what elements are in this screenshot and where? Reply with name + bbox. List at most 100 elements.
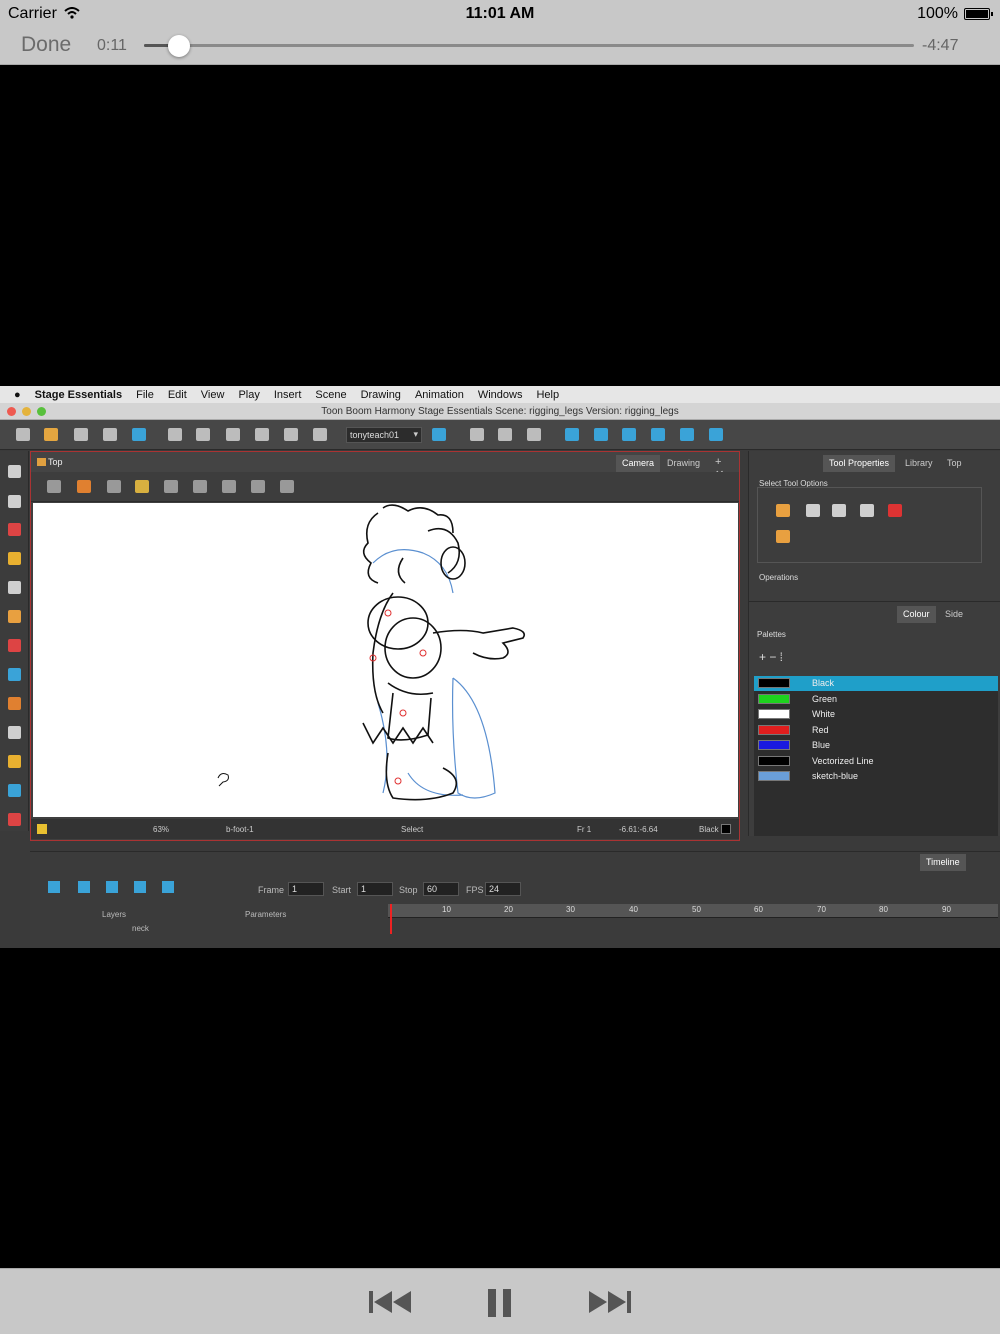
bone-icon[interactable] [527, 428, 541, 441]
redo-icon[interactable] [196, 428, 210, 441]
swatch-row-white[interactable]: White [754, 707, 998, 722]
tab-drawing[interactable]: Drawing [661, 455, 706, 472]
line-tool-icon[interactable] [8, 668, 21, 681]
add-remove-swatch-buttons[interactable]: + − ⁞ [759, 650, 783, 664]
menu-app-name[interactable]: Stage Essentials [35, 389, 122, 401]
menu-insert[interactable]: Insert [274, 389, 302, 401]
snap-grid-icon[interactable] [860, 504, 874, 517]
sound-scrub-icon[interactable] [162, 881, 174, 893]
scrubber-thumb[interactable] [168, 35, 191, 57]
tab-colour[interactable]: Colour [897, 606, 936, 623]
view-breadcrumb[interactable]: Top [37, 457, 63, 467]
select-red-icon[interactable] [888, 504, 902, 517]
pause-icon[interactable] [487, 1289, 513, 1317]
ink-tool-icon[interactable] [8, 813, 21, 826]
layer-icon[interactable] [193, 480, 207, 493]
eraser-tool-icon[interactable] [8, 610, 21, 623]
stack-icon[interactable] [222, 480, 236, 493]
skew-icon[interactable] [651, 428, 665, 441]
sound-icon[interactable] [134, 881, 146, 893]
balance-icon[interactable] [280, 480, 294, 493]
text-tool-icon[interactable] [8, 581, 21, 594]
mask-icon[interactable] [135, 480, 149, 493]
scale-icon[interactable] [622, 428, 636, 441]
tab-top[interactable]: Top [941, 455, 968, 472]
shift-trace-icon[interactable] [164, 480, 178, 493]
copy-icon[interactable] [255, 428, 269, 441]
workspace-icon[interactable] [432, 428, 446, 441]
menu-view[interactable]: View [201, 389, 225, 401]
snap-point-icon[interactable] [832, 504, 846, 517]
menu-drawing[interactable]: Drawing [361, 389, 401, 401]
dropper-tool-icon[interactable] [8, 697, 21, 710]
lasso-icon[interactable] [776, 504, 790, 517]
tab-library[interactable]: Library [899, 455, 939, 472]
palettes-label[interactable]: Palettes [757, 630, 786, 639]
stop-field[interactable]: 60 [423, 882, 459, 896]
contour-editor-icon[interactable] [8, 495, 21, 508]
tab-timeline[interactable]: Timeline [920, 854, 966, 871]
light-table-icon[interactable] [107, 480, 121, 493]
play-icon[interactable] [48, 881, 60, 893]
user-dropdown[interactable]: tonyteach01 [346, 427, 422, 443]
cutter-tool-icon[interactable] [8, 784, 21, 797]
new-scene-icon[interactable] [16, 428, 30, 441]
swatch-row-black[interactable]: Black [754, 676, 998, 691]
tab-camera[interactable]: Camera [616, 455, 661, 472]
rotate-icon[interactable] [594, 428, 608, 441]
frame-field[interactable]: 1 [288, 882, 324, 896]
lightbulb-icon[interactable] [37, 824, 47, 834]
frame-ruler[interactable]: 10 20 30 40 50 60 70 80 90 [388, 904, 998, 918]
swatch-row-sketch-blue[interactable]: sketch-blue [754, 769, 998, 784]
snap-contour-icon[interactable] [806, 504, 820, 517]
tab-tool-properties[interactable]: Tool Properties [823, 455, 896, 472]
done-button[interactable]: Done [21, 33, 71, 57]
menu-play[interactable]: Play [238, 389, 259, 401]
pivot-icon[interactable] [565, 428, 579, 441]
rigging-tool-icon[interactable] [8, 755, 21, 768]
flip-icon[interactable] [680, 428, 694, 441]
tab-side[interactable]: Side [939, 606, 969, 623]
rigging-tool-icon[interactable] [470, 428, 484, 441]
menu-scene[interactable]: Scene [315, 389, 346, 401]
play-selection-icon[interactable] [78, 881, 90, 893]
menu-help[interactable]: Help [536, 389, 559, 401]
undo-icon[interactable] [168, 428, 182, 441]
onion-skin-icon[interactable] [77, 480, 91, 493]
drawing-canvas[interactable] [33, 503, 738, 817]
grid-icon[interactable] [47, 480, 61, 493]
swatch-row-vectorized-line[interactable]: Vectorized Line [754, 754, 998, 769]
save-as-icon[interactable] [103, 428, 117, 441]
open-icon[interactable] [44, 428, 58, 441]
transform-icon[interactable] [498, 428, 512, 441]
scrubber-track[interactable] [144, 44, 914, 47]
select-tool-icon[interactable] [8, 465, 21, 478]
paste-icon[interactable] [284, 428, 298, 441]
menu-animation[interactable]: Animation [415, 389, 464, 401]
video-frame[interactable]: ● Stage Essentials File Edit View Play I… [0, 386, 1000, 948]
import-icon[interactable] [132, 428, 146, 441]
swatch-row-red[interactable]: Red [754, 723, 998, 738]
layer-row-neck[interactable]: neck [132, 924, 149, 933]
hand-tool-icon[interactable] [8, 726, 21, 739]
apple-icon[interactable]: ● [14, 389, 21, 401]
fps-field[interactable]: 24 [485, 882, 521, 896]
paint-tool-icon[interactable] [8, 639, 21, 652]
save-icon[interactable] [74, 428, 88, 441]
swatch-row-green[interactable]: Green [754, 692, 998, 707]
add-view-icon[interactable]: + ✕ [709, 453, 739, 481]
skip-back-icon[interactable] [368, 1289, 412, 1315]
playhead[interactable] [390, 904, 392, 934]
cut-icon[interactable] [226, 428, 240, 441]
permanent-selection-icon[interactable] [776, 530, 790, 543]
menu-edit[interactable]: Edit [168, 389, 187, 401]
skip-forward-icon[interactable] [588, 1289, 632, 1315]
loop-icon[interactable] [106, 881, 118, 893]
pencil-tool-icon[interactable] [8, 552, 21, 565]
menu-file[interactable]: File [136, 389, 154, 401]
start-field[interactable]: 1 [357, 882, 393, 896]
menu-windows[interactable]: Windows [478, 389, 523, 401]
brush-tool-icon[interactable] [8, 523, 21, 536]
reset-icon[interactable] [709, 428, 723, 441]
swatch-row-blue[interactable]: Blue [754, 738, 998, 753]
